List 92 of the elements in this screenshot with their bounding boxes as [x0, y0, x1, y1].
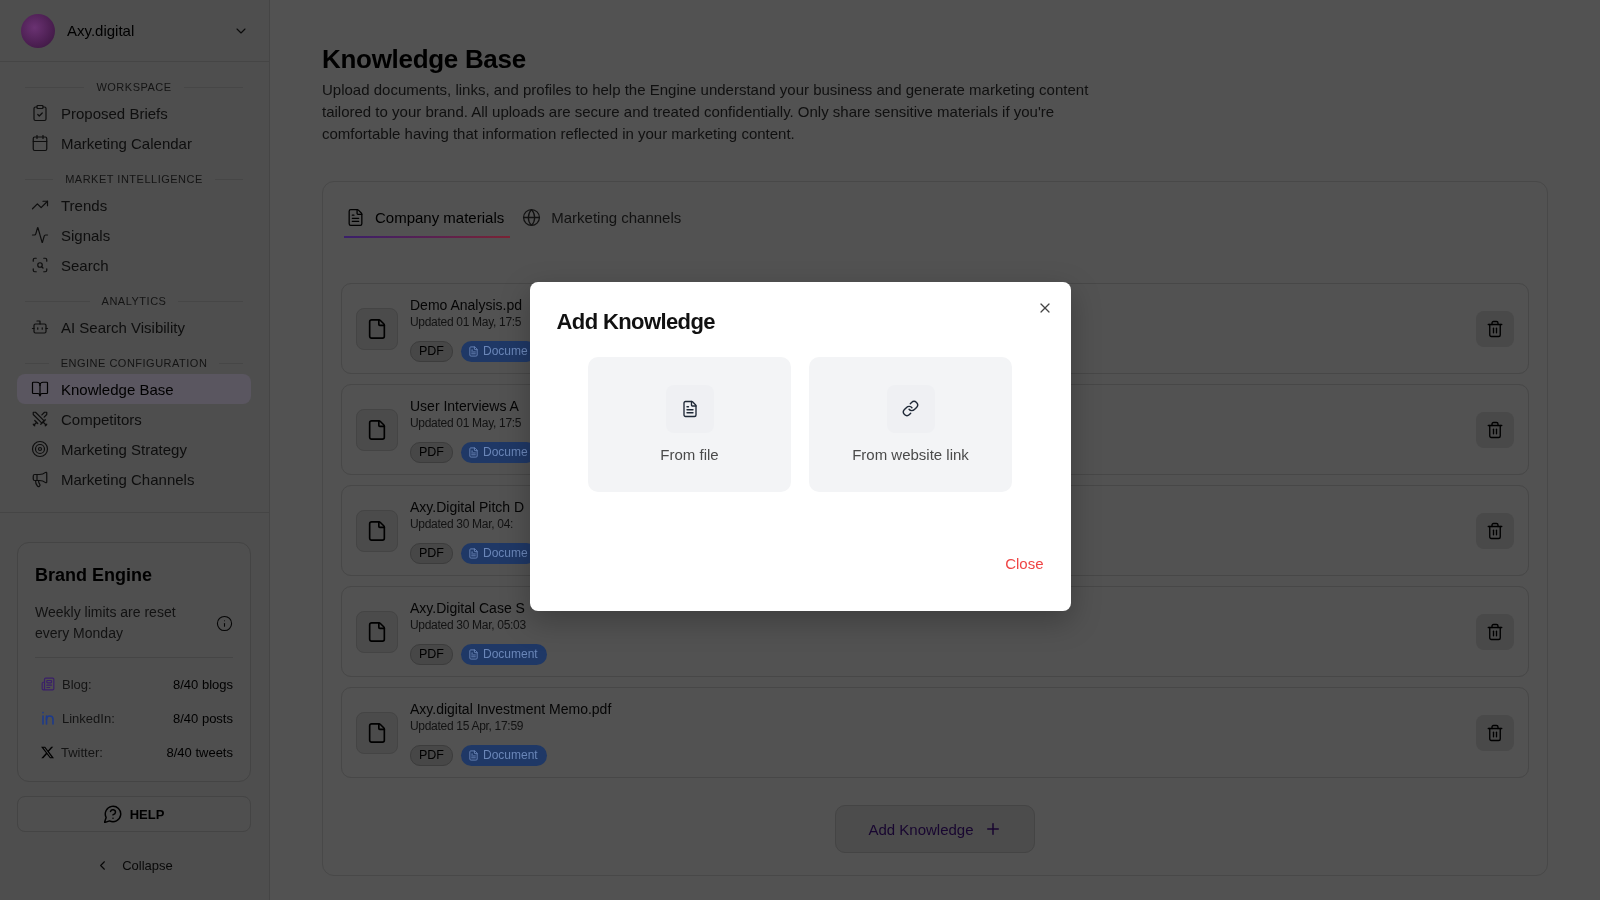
updated-time: Updated 30 Mar, 04: [410, 515, 514, 533]
document-name: Axy.digital Investment Memo.pdf [410, 699, 612, 718]
calendar-icon [31, 134, 49, 152]
sidebar-item[interactable]: Search [17, 250, 251, 280]
sidebar-item[interactable]: Competitors [17, 404, 251, 434]
document-name: Axy.Digital Case S [410, 598, 525, 617]
help-icon [103, 805, 122, 823]
file-icon [356, 610, 398, 653]
delete-button[interactable] [1476, 613, 1514, 650]
globe-icon [522, 208, 542, 227]
category-text: Document [483, 647, 538, 661]
note-text: Weekly limits are reset every Monday [35, 603, 177, 643]
updated-time: Updated 01 May, 17:5 [410, 313, 522, 331]
trash-icon [1486, 521, 1504, 540]
sidebar-item[interactable]: Proposed Briefs [17, 98, 251, 128]
page-title: Knowledge Base [322, 43, 527, 76]
info-icon [216, 614, 233, 632]
tab[interactable]: Marketing channels [520, 197, 688, 238]
section-heading: ANALYTICS [101, 295, 167, 307]
limit-label: LinkedIn: [62, 710, 115, 726]
limit-value: 8/40 tweets [166, 744, 233, 760]
sidebar-item[interactable]: Marketing Calendar [17, 128, 251, 158]
document-name: Axy.Digital Pitch D [410, 497, 525, 516]
trash-icon [1486, 420, 1504, 439]
delete-button[interactable] [1476, 714, 1514, 751]
robot-icon [31, 318, 49, 336]
category-text: Docume [483, 344, 528, 358]
page-description: Upload documents, links, and profiles to help the Engine understand your business and generate marketing content tailored to your brand. All uploads are secure and treated confidentially. Only share sensitive materials if you're comfortable having that information reflected in your marketing content. [322, 80, 1090, 144]
file-type-tag: PDF [410, 340, 453, 362]
trash-icon [1486, 622, 1504, 641]
file-type-tag: PDF [410, 542, 453, 564]
open-book-icon [31, 380, 49, 398]
sidebar-item[interactable]: Knowledge Base [17, 374, 251, 404]
section-heading: WORKSPACE [96, 81, 172, 93]
file-icon [356, 408, 398, 451]
section-heading: MARKET INTELLIGENCE [65, 173, 203, 185]
limit-value: 8/40 blogs [173, 676, 233, 692]
linkedin-icon [41, 711, 55, 725]
document-icon [665, 384, 714, 433]
newspaper-icon [41, 677, 55, 691]
document-icon [468, 446, 479, 458]
document-icon [346, 208, 365, 227]
close-button[interactable]: Close [989, 545, 1060, 582]
dialog-title: Add Knowledge [556, 307, 715, 336]
document-icon [468, 547, 479, 559]
file-type-tag: PDF [410, 643, 453, 665]
source-option[interactable]: From file [588, 356, 791, 492]
section-heading: ENGINE CONFIGURATION [60, 357, 208, 369]
updated-time: Updated 15 Apr, 17:59 [410, 717, 524, 735]
category-text: Docume [483, 445, 528, 459]
document-icon [468, 345, 479, 357]
card-title: Brand Engine [35, 564, 153, 587]
collapse-button[interactable]: Collapse [95, 854, 173, 876]
scan-search-icon [31, 256, 49, 274]
sidebar-item[interactable]: AI Search Visibility [17, 312, 251, 342]
limit-value: 8/40 posts [173, 710, 233, 726]
help-button[interactable]: HELP [17, 796, 251, 832]
delete-button[interactable] [1476, 411, 1514, 448]
sidebar-item[interactable]: Marketing Channels [17, 464, 251, 494]
file-icon [356, 307, 398, 350]
source-option[interactable]: From website link [809, 356, 1012, 492]
add-knowledge-button[interactable]: Add Knowledge [835, 805, 1035, 853]
delete-button[interactable] [1476, 310, 1514, 347]
x-logo-icon [41, 745, 54, 759]
category-text: Document [483, 748, 538, 762]
document-icon [468, 648, 479, 660]
sidebar-item[interactable]: Signals [17, 220, 251, 250]
account-switcher[interactable]: Axy.digital [0, 0, 269, 62]
document-name: User Interviews A [410, 396, 519, 415]
clipboard-check-icon [31, 104, 49, 122]
logo-icon [21, 13, 55, 48]
delete-button[interactable] [1476, 512, 1514, 549]
file-icon [356, 509, 398, 552]
updated-time: Updated 01 May, 17:5 [410, 414, 522, 432]
limit-label: Twitter: [61, 744, 103, 760]
document-name: Demo Analysis.pd [410, 295, 523, 314]
megaphone-icon [31, 470, 49, 488]
document-icon [468, 749, 479, 761]
category-text: Docume [483, 546, 528, 560]
trash-icon [1486, 319, 1504, 338]
link-icon [886, 384, 935, 433]
limit-label: Blog: [62, 676, 92, 692]
file-type-tag: PDF [410, 744, 453, 766]
target-icon [31, 440, 49, 458]
sidebar-item[interactable]: Marketing Strategy [17, 434, 251, 464]
trash-icon [1486, 723, 1504, 742]
updated-time: Updated 30 Mar, 05:03 [410, 616, 526, 634]
pulse-line-icon [31, 226, 49, 244]
crossed-swords-icon [31, 410, 49, 428]
file-icon [356, 711, 398, 754]
file-type-tag: PDF [410, 441, 453, 463]
sidebar-item[interactable]: Trends [17, 190, 251, 220]
